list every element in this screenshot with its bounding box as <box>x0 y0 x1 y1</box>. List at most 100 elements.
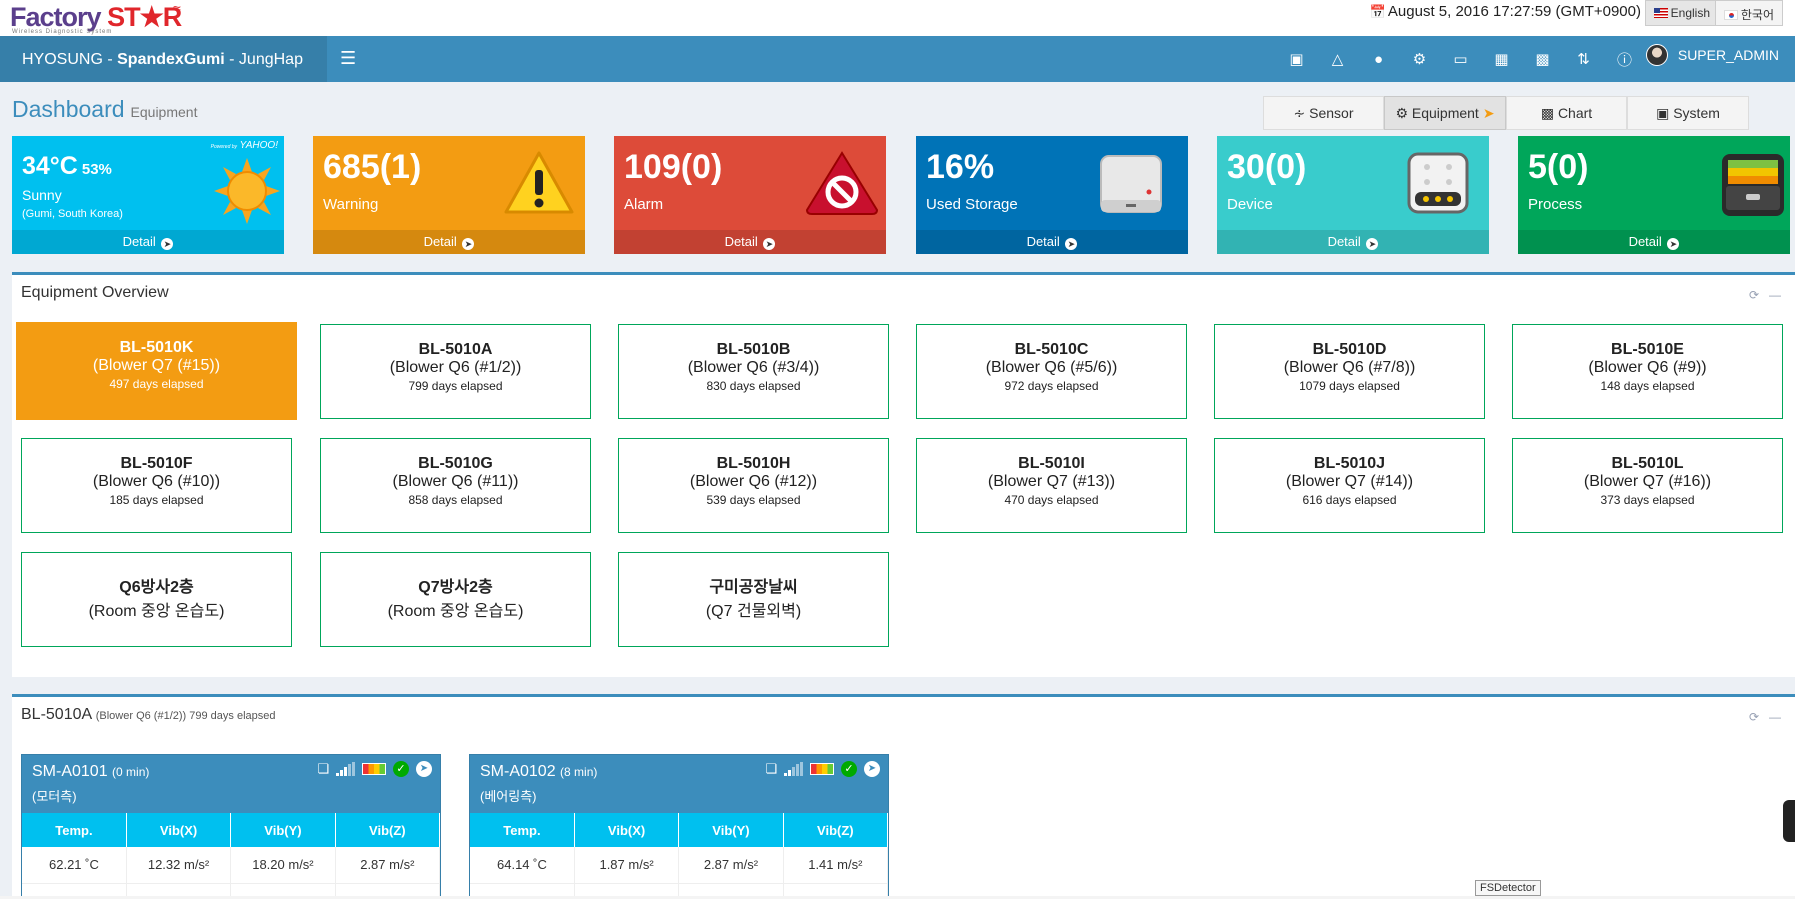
column-header: Temp. <box>22 813 127 847</box>
warning-detail-link[interactable]: Detail ➤ <box>313 230 585 254</box>
process-count: 5(0) <box>1528 148 1589 186</box>
alarm-info-box: 109(0) Alarm Detail ➤ <box>614 136 886 254</box>
hdd-icon[interactable]: ▭ <box>1440 36 1481 82</box>
battery-icon <box>362 763 386 775</box>
page-title: Dashboard Equipment <box>12 96 197 123</box>
equipment-overview-panel: Equipment Overview ⟳ — BL-5010K (Blower Q7… <box>12 272 1795 677</box>
device-info-box: 30(0) Device Detail ➤ <box>1217 136 1489 254</box>
sitemap-icon[interactable]: △ <box>1317 36 1358 82</box>
arrow-circle-right-icon: ➤ <box>462 238 475 250</box>
refresh-icon[interactable]: ⟳ <box>1749 288 1759 302</box>
language-korean-button[interactable]: 한국어 <box>1714 0 1783 26</box>
device-label: Device <box>1227 196 1273 213</box>
equipment-card-bl-5010i[interactable]: BL-5010I (Blower Q7 (#13)) 470 days elapse… <box>916 438 1187 533</box>
monitor-icon[interactable]: ▣ <box>1276 36 1317 82</box>
language-english-button[interactable]: English <box>1644 0 1719 26</box>
yahoo-attribution: Powered by YAHOO! <box>210 140 278 151</box>
weather-detail-link[interactable]: Detail ➤ <box>12 230 284 254</box>
main-navbar: HYOSUNG - SpandexGumi - JungHap ☰ ▣ △ ● … <box>0 36 1795 82</box>
cogs-icon[interactable]: ⚙ <box>1399 36 1440 82</box>
stop-sign-icon <box>805 151 879 215</box>
user-name: SUPER_ADMIN <box>1677 47 1779 63</box>
collapse-icon[interactable]: — <box>1769 288 1781 302</box>
user-icon[interactable]: ● <box>1358 36 1399 82</box>
arrow-circle-right-icon: ➤ <box>1667 238 1680 250</box>
weather-temp: 34°C 53% <box>22 152 112 180</box>
bar-chart-icon[interactable]: ▩ <box>1522 36 1563 82</box>
tab-system[interactable]: ▣ System <box>1627 96 1749 130</box>
logo-text-factory: Factory <box>10 2 102 32</box>
logo-subtitle: Wireless Diagnostic System <box>12 29 113 35</box>
sensor-id: SM-A0102 (8 min) <box>480 763 598 780</box>
arrow-circle-right-icon: ➤ <box>763 238 776 250</box>
column-header: Vib(Z) <box>783 813 888 847</box>
equipment-card-bl-5010h[interactable]: BL-5010H (Blower Q6 (#12)) 539 days elapse… <box>618 438 889 533</box>
sensor-status-icons: ❏ ✓ ➤ <box>317 761 432 777</box>
top-strip: Factory ST★R ≈ Wireless Diagnostic Syste… <box>0 0 1795 36</box>
equipment-card-bl-5010g[interactable]: BL-5010G (Blower Q6 (#11)) 858 days elapse… <box>320 438 591 533</box>
detail-panel-title: BL-5010A (Blower Q6 (#1/2)) 799 days ela… <box>21 706 276 723</box>
page-subtitle: Equipment <box>130 104 198 120</box>
sensor-id: SM-A0101 (0 min) <box>32 763 150 780</box>
equipment-card-bl-5010k[interactable]: BL-5010K (Blower Q7 (#15)) 497 days elapse… <box>16 322 297 420</box>
tab-sensor[interactable]: ∻ Sensor <box>1263 96 1384 130</box>
column-header: Vib(Y) <box>230 813 336 847</box>
process-label: Process <box>1528 196 1583 213</box>
grid-icon[interactable]: ▦ <box>1481 36 1522 82</box>
sensor-card-header: SM-A0101 (0 min) (모터측) ❏ ✓ ➤ <box>22 755 440 813</box>
equipment-card-bl-5010a[interactable]: BL-5010A (Blower Q6 (#1/2)) 799 days elaps… <box>320 324 591 419</box>
equipment-card-bl-5010j[interactable]: BL-5010J (Blower Q7 (#14)) 616 days elapse… <box>1214 438 1485 533</box>
rss-icon: ∻ <box>1293 104 1310 121</box>
user-menu[interactable]: SUPER_ADMIN <box>1645 44 1779 66</box>
info-icon[interactable]: ⓘ <box>1604 36 1645 82</box>
device-icon <box>1407 152 1469 214</box>
weather-humidity: 53% <box>81 161 112 178</box>
collapse-icon[interactable]: — <box>1769 710 1781 724</box>
equipment-card-q7-room[interactable]: Q7방사2층 (Room 중앙 온습도) <box>320 552 591 647</box>
avatar <box>1645 44 1668 66</box>
equipment-card-bl-5010e[interactable]: BL-5010E (Blower Q6 (#9)) 148 days elapsed <box>1512 324 1783 419</box>
arrow-circle-right-icon: ➤ <box>1366 238 1379 250</box>
equipment-card-bl-5010c[interactable]: BL-5010C (Blower Q6 (#5/6)) 972 days elaps… <box>916 324 1187 419</box>
equipment-card-bl-5010b[interactable]: BL-5010B (Blower Q6 (#3/4)) 830 days elaps… <box>618 324 889 419</box>
panel-tools: ⟳ — <box>1739 710 1781 724</box>
sidebar-toggle-icon[interactable]: ☰ <box>340 48 356 69</box>
equipment-card-gumi-weather[interactable]: 구미공장날씨 (Q7 건물외벽) <box>618 552 889 647</box>
laptop-icon: ▣ <box>1656 104 1674 121</box>
refresh-icon[interactable]: ⟳ <box>1749 710 1759 724</box>
equipment-card-q6-room[interactable]: Q6방사2층 (Room 중앙 온습도) <box>21 552 292 647</box>
gear-icon: ⚙ <box>1395 104 1412 121</box>
gateway-icon: ❏ <box>765 761 777 776</box>
tab-equipment[interactable]: ⚙ Equipment ➤ <box>1384 96 1506 130</box>
warning-info-box: 685(1) Warning Detail ➤ <box>313 136 585 254</box>
equipment-card-bl-5010d[interactable]: BL-5010D (Blower Q6 (#7/8)) 1079 days elap… <box>1214 324 1485 419</box>
equipment-card-bl-5010l[interactable]: BL-5010L (Blower Q7 (#16)) 373 days elapse… <box>1512 438 1783 533</box>
site-brand[interactable]: HYOSUNG - SpandexGumi - JungHap <box>0 36 327 82</box>
column-header: Vib(X) <box>574 813 680 847</box>
storage-info-box: 16% Used Storage Detail ➤ <box>916 136 1188 254</box>
signal-strength-icon <box>784 762 803 776</box>
sort-icon[interactable]: ⇅ <box>1563 36 1604 82</box>
datetime-display: 📅 August 5, 2016 17:27:59 (GMT+0900) <box>1369 3 1641 20</box>
arrow-circle-right-icon[interactable]: ➤ <box>416 761 432 777</box>
warning-triangle-icon <box>504 151 574 214</box>
column-header: Vib(Z) <box>335 813 440 847</box>
side-panel-handle[interactable] <box>1783 800 1795 842</box>
factorystar-logo[interactable]: Factory ST★R ≈ Wireless Diagnostic Syste… <box>10 0 182 35</box>
device-detail-link[interactable]: Detail ➤ <box>1217 230 1489 254</box>
battery-icon <box>810 763 834 775</box>
pin-icon: ➤ <box>1482 104 1495 121</box>
tab-chart[interactable]: ▩ Chart <box>1506 96 1627 130</box>
sensor-location: (베어링측) <box>480 789 537 804</box>
alarm-detail-link[interactable]: Detail ➤ <box>614 230 886 254</box>
arrow-circle-right-icon[interactable]: ➤ <box>864 761 880 777</box>
process-detail-link[interactable]: Detail ➤ <box>1518 230 1790 254</box>
equipment-card-bl-5010f[interactable]: BL-5010F (Blower Q6 (#10)) 185 days elapse… <box>21 438 292 533</box>
gateway-icon: ❏ <box>317 761 329 776</box>
warning-label: Warning <box>323 196 379 213</box>
column-header: Temp. <box>470 813 575 847</box>
us-flag-icon <box>1653 8 1668 18</box>
table-row: 64.14 ˚C 1.87 m/s² 2.87 m/s² 1.41 m/s² <box>470 847 888 884</box>
storage-detail-link[interactable]: Detail ➤ <box>916 230 1188 254</box>
status-ok-icon: ✓ <box>841 761 857 777</box>
